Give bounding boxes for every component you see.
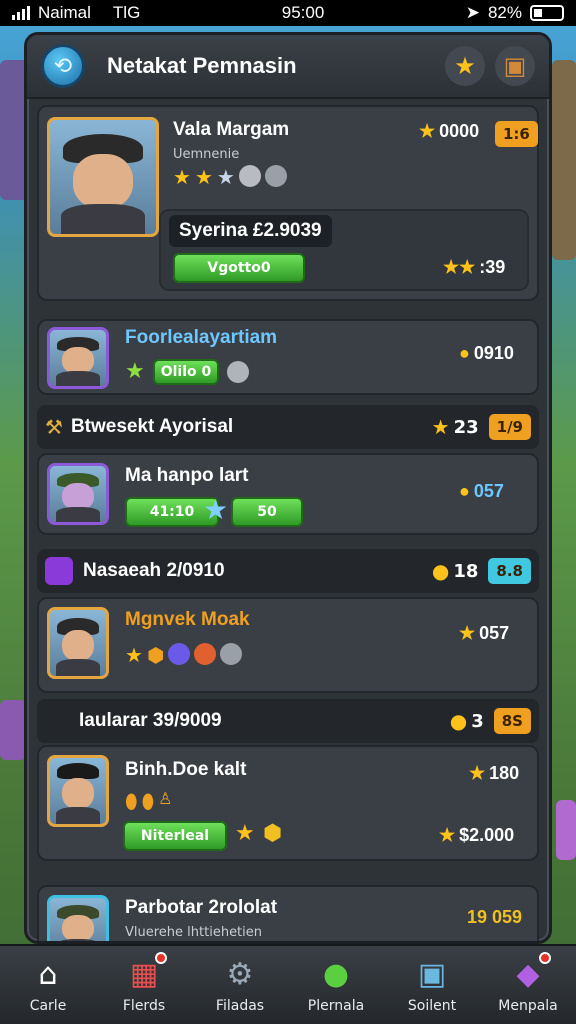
section-header: ⚒ Btwesekt Ayorisal ★ 23 1/9 [37, 405, 539, 449]
level-pill: Olilo 0 [153, 359, 219, 385]
player-subtitle: Vluerehe lhttiehetien [125, 925, 263, 940]
nav-gems[interactable]: ◆ Menpala [483, 952, 573, 1014]
player-name: Mgnvek Moak [125, 609, 250, 630]
action-button[interactable]: Niterleal [123, 821, 227, 851]
section-header: Nasaeah 2/0910 ● 18 8.8 [37, 549, 539, 593]
panel-header: ⟲ Netakat Pemnasin ★ ▣ [27, 35, 549, 99]
avatar [47, 463, 109, 525]
bottom-nav: ⌂ Carle ▦ Flerds ⚙ Filadas ● Plernala ▣ … [0, 944, 576, 1024]
reward-score: ★ $2.000 [439, 825, 515, 845]
star-icon: ★ [431, 415, 450, 439]
player-subtitle: Uemnenie [173, 147, 240, 162]
star-icon: ★ [469, 763, 486, 783]
gem-cube-icon: ◆ [509, 952, 551, 992]
rank-badge: 8S [493, 708, 531, 734]
coin-icon: ● [449, 709, 468, 733]
coin-score: 19 059 [467, 907, 523, 927]
nav-orb[interactable]: ● Plernala [291, 956, 381, 1015]
coin-score: ● 057 [459, 481, 504, 501]
nav-crate[interactable]: ▣ Soilent [387, 956, 477, 1015]
player-name: Vala Margam [173, 119, 290, 140]
home-icon: ⌂ [38, 956, 58, 992]
rating-stars: ★ ★ ★ [173, 165, 287, 189]
rank-badge: 1/9 [488, 414, 531, 440]
section-score: 18 [453, 560, 479, 582]
rank-badge: 8.8 [488, 558, 531, 584]
star-icon[interactable]: ★ [445, 46, 485, 86]
avatar [47, 117, 159, 237]
green-orb-icon: ● [322, 956, 350, 992]
location-icon: ➤ [465, 3, 480, 22]
list-item[interactable]: Mgnvek Moak ★ ⬢ ★ 057 [37, 597, 539, 693]
coin-score: ★ 180 [469, 763, 520, 783]
page-title: Netakat Pemnasin [107, 53, 297, 78]
star-icon: ★ [235, 821, 255, 846]
blue-star-icon: ★ [203, 493, 229, 526]
purple-orb-icon [45, 557, 73, 585]
star-icon: ★ [125, 359, 145, 384]
reward-tag: Syerina £2.9039 [169, 215, 332, 247]
battery-label: 82% [487, 3, 522, 22]
section-title: Nasaeah 2/0910 [83, 560, 225, 581]
list-item[interactable]: Binh.Doe kalt ⬮ ⬮ ♙ Niterleal ★ ⬢ ★ 180 ★ $2… [37, 745, 539, 861]
nav-gifts[interactable]: ▦ Flerds [99, 952, 189, 1014]
coin-score: ● 0910 [459, 343, 514, 363]
section-title: Btwesekt Ayorisal [70, 416, 234, 437]
background-crate-left [0, 700, 26, 760]
reward-score: ★★:39 [443, 257, 506, 277]
player-name: Binh.Doe kalt [125, 759, 247, 780]
section-score: 23 [453, 416, 479, 438]
background-building-right [552, 60, 576, 260]
player-name: Parbotar 2rololat [125, 897, 278, 918]
status-bar: Naimal TlG 95:00 ➤ 82% [0, 0, 576, 26]
star-icon: ★ [459, 623, 476, 643]
nav-home[interactable]: ⌂ Carle [3, 956, 93, 1015]
gift-icon: ▦ [125, 952, 167, 992]
nav-robots[interactable]: ⚙ Filadas [195, 956, 285, 1015]
treasure-chest-icon[interactable]: ▣ [495, 46, 535, 86]
crate-icon: ▣ [417, 956, 447, 992]
globe-icon[interactable]: ⟲ [41, 44, 85, 88]
leaderboard-list: Vala Margam Uemnenie ★ ★ ★ ★ 0000 1:6 Syeri… [37, 105, 539, 941]
avatar [47, 755, 109, 827]
avatar [47, 895, 109, 941]
battery-icon [530, 5, 564, 21]
robot-icon: ⚙ [226, 956, 254, 992]
rank-badge: 1:6 [495, 121, 538, 147]
background-crate-right [556, 800, 576, 860]
coin-icon: ● [459, 343, 470, 363]
player-name: Ma hanpo lart [125, 465, 249, 486]
avatar [47, 607, 109, 679]
section-title: Iaularar 39/9009 [79, 710, 222, 731]
coin-icon: ● [431, 559, 450, 583]
section-score: 3 [471, 710, 484, 732]
claim-button[interactable]: Vgotto0 [173, 253, 305, 283]
carrier-label: Naimal [38, 3, 91, 22]
item-row: ⬮ ⬮ ♙ [125, 789, 173, 813]
coin-icon: ● [459, 481, 470, 501]
star-icon: ★ [439, 825, 456, 845]
list-item[interactable]: Parbotar 2rololat Vluerehe lhttiehetien … [37, 885, 539, 941]
list-item[interactable]: Vala Margam Uemnenie ★ ★ ★ ★ 0000 1:6 Syeri… [37, 105, 539, 301]
coin-score: ★ 057 [459, 623, 510, 643]
item-row: ★ ⬢ [125, 643, 243, 667]
avatar [47, 327, 109, 389]
main-panel: ⟲ Netakat Pemnasin ★ ▣ Vala Margam Uemne… [24, 32, 552, 944]
list-item[interactable]: Foorlealayartiam ★ Olilo 0 ● 0910 [37, 319, 539, 395]
list-item[interactable]: Ma hanpo lart 41:10 ★ 50 ● 057 [37, 453, 539, 535]
coin-score: ★ 0000 [419, 121, 480, 141]
section-header: Iaularar 39/9009 ● 3 8S [37, 699, 539, 743]
level-pill-right: 50 [231, 497, 303, 527]
clock: 95:00 [281, 3, 325, 22]
star-icon: ★ [419, 121, 436, 141]
tools-icon: ⚒ [45, 415, 63, 439]
network-label: TlG [112, 3, 141, 22]
player-name: Foorlealayartiam [125, 327, 278, 348]
gold-gem-icon: ⬢ [263, 821, 283, 846]
signal-icon [12, 6, 30, 20]
silver-gem-icon [227, 361, 249, 383]
star-icon: ★★ [443, 257, 476, 277]
